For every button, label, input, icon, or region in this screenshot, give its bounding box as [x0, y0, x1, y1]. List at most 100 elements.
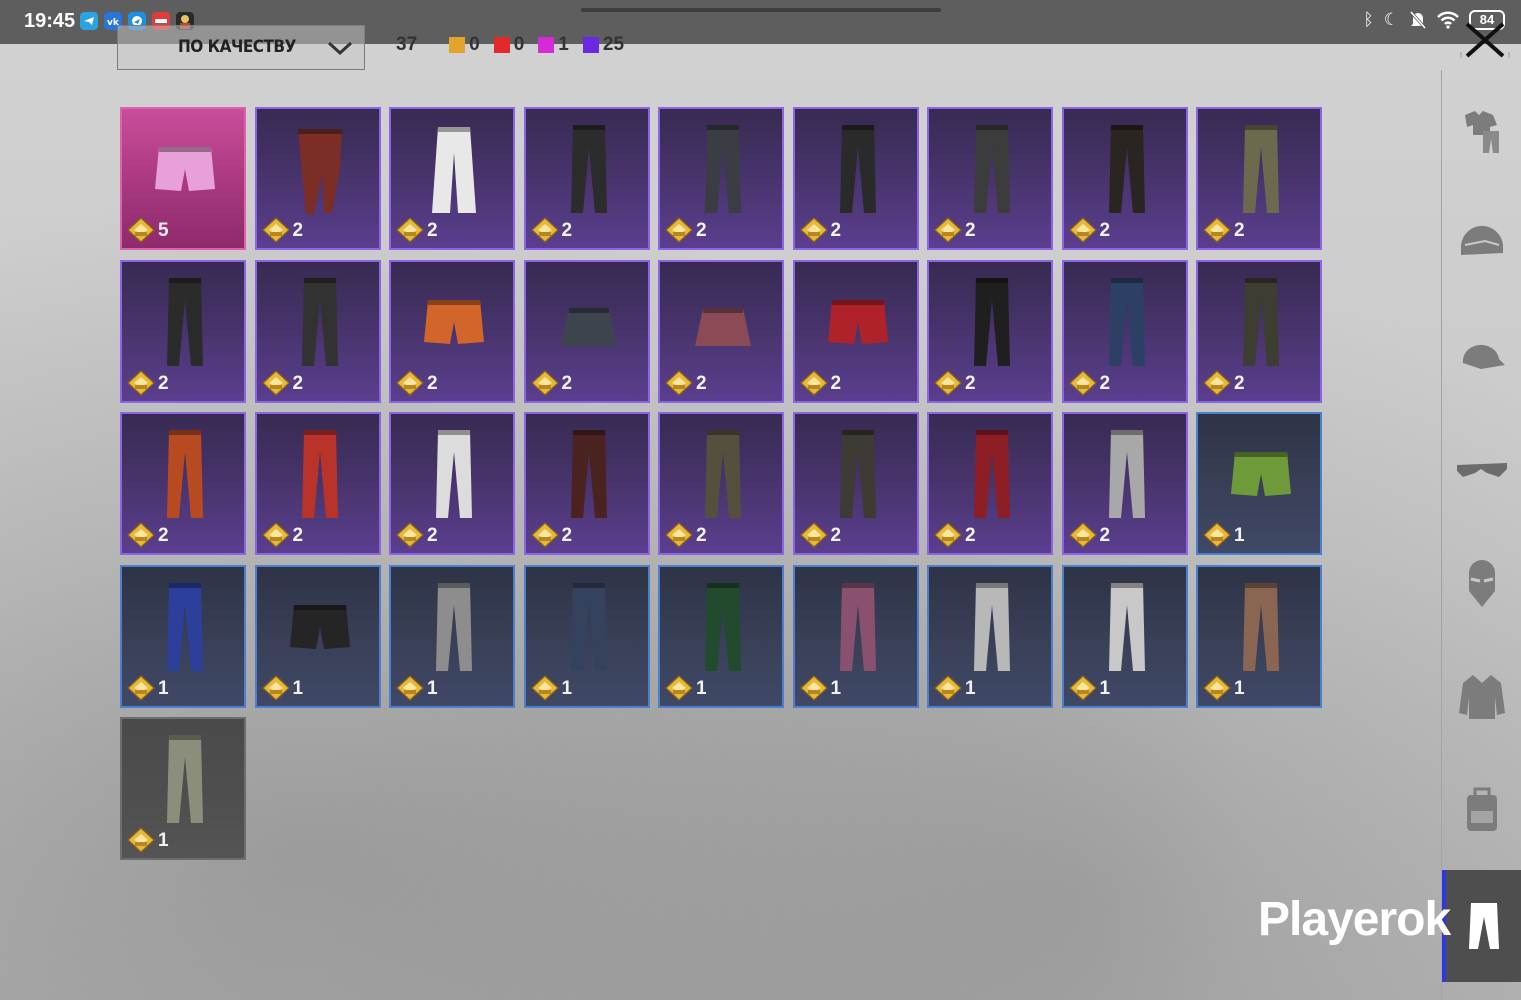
cap-icon [1462, 344, 1505, 369]
pants-art [1243, 582, 1279, 671]
item-tile[interactable]: 2 [927, 259, 1053, 403]
coin-badge-icon [934, 522, 962, 548]
pants-art [436, 582, 472, 671]
sort-dropdown[interactable]: ПО КАЧЕСТВУ [117, 25, 365, 70]
item-quantity: 2 [1234, 220, 1245, 241]
item-quantity: 2 [292, 220, 304, 241]
item-tile[interactable]: 2 [120, 412, 246, 555]
item-tile[interactable]: 2 [1061, 259, 1188, 403]
coin-badge-icon [799, 674, 828, 701]
item-tile[interactable]: 2 [792, 107, 919, 250]
coin-badge-icon [127, 674, 155, 701]
item-tile[interactable]: 2 [1196, 107, 1322, 250]
count-gold: 0 [449, 34, 480, 56]
item-tile[interactable]: 2 [254, 412, 381, 555]
item-quantity: 2 [965, 220, 976, 241]
coin-badge-icon [261, 522, 290, 548]
item-tile[interactable]: 2 [658, 107, 784, 250]
inventory-grid: 5 2 2 2 2 2 2 2 2 2 2 2 2 2 2 2 2 2 2 2 2 2 2 2 2 2 1 1 1 1 1 1 1 1 1 1 1 [120, 107, 1322, 860]
pants-art [301, 430, 338, 518]
item-tile[interactable]: 2 [389, 259, 515, 403]
coin-badge-icon [665, 369, 693, 396]
item-tile[interactable]: 2 [254, 259, 381, 403]
item-tile[interactable]: 1 [1061, 564, 1188, 708]
coin-badge-icon [1068, 674, 1097, 701]
item-tile[interactable]: 1 [658, 564, 784, 708]
item-tile[interactable]: 2 [658, 259, 784, 403]
muted-bell-icon [1409, 11, 1427, 29]
item-tile[interactable]: 2 [523, 107, 650, 250]
item-quantity: 2 [158, 372, 169, 394]
category-glasses[interactable] [1442, 420, 1521, 520]
item-quantity: 2 [1099, 525, 1111, 546]
item-tile[interactable]: 2 [389, 107, 515, 250]
item-tile[interactable]: 1 [1196, 564, 1322, 708]
item-tile[interactable]: 1 [792, 564, 919, 708]
pants-art [1108, 277, 1145, 366]
item-tile[interactable]: 1 [523, 564, 650, 708]
item-tile[interactable]: 1 [389, 564, 515, 708]
category-mask[interactable] [1442, 534, 1521, 634]
status-time: 19:45 [24, 10, 76, 32]
item-quantity: 2 [830, 220, 842, 241]
item-tile[interactable]: 1 [927, 564, 1053, 708]
pants-art [167, 430, 203, 518]
coin-badge-icon [1203, 369, 1231, 396]
bluetooth-icon: ᛒ [1363, 10, 1374, 30]
count-pink: 1 [538, 34, 569, 56]
close-icon[interactable] [1459, 20, 1511, 60]
pink-square-icon [538, 37, 555, 53]
item-quantity: 1 [830, 677, 842, 699]
item-tile[interactable]: 2 [254, 107, 381, 250]
total-count: 37 [396, 34, 418, 55]
category-outfit[interactable] [1442, 80, 1521, 180]
item-quantity: 2 [830, 372, 842, 394]
pants-icon [1469, 903, 1499, 949]
item-tile[interactable]: 1 [120, 564, 246, 708]
item-quantity: 1 [292, 677, 304, 699]
item-tile[interactable]: 5 [120, 107, 246, 250]
item-quantity: 2 [965, 525, 976, 546]
item-quantity: 1 [1099, 677, 1111, 699]
category-pants[interactable] [1442, 870, 1521, 982]
item-tile[interactable]: 2 [792, 412, 919, 555]
coin-badge-icon [396, 674, 424, 701]
pants-art [1108, 125, 1145, 213]
item-tile[interactable]: 2 [523, 412, 650, 555]
category-cap[interactable] [1442, 306, 1521, 406]
item-quantity: 2 [561, 372, 573, 394]
coin-badge-icon [665, 522, 693, 548]
category-helmet[interactable] [1442, 192, 1521, 292]
shorts-art [155, 147, 215, 191]
count-red: 0 [493, 34, 524, 56]
coin-badge-icon [1203, 674, 1231, 701]
category-jacket[interactable] [1442, 646, 1521, 746]
item-quantity: 1 [1234, 525, 1245, 546]
category-backpack[interactable] [1442, 760, 1521, 860]
item-tile[interactable]: 2 [927, 107, 1053, 250]
item-quantity: 2 [965, 372, 976, 394]
item-tile[interactable]: 1 [1196, 412, 1322, 555]
coin-badge-icon [261, 217, 290, 243]
item-tile[interactable]: 2 [1061, 107, 1188, 250]
item-tile[interactable]: 1 [120, 717, 246, 860]
item-tile[interactable]: 1 [254, 564, 381, 708]
item-tile[interactable]: 2 [927, 412, 1053, 555]
coin-badge-icon [396, 522, 424, 548]
item-quantity: 1 [158, 677, 169, 699]
red-square-icon [493, 37, 510, 53]
helmet-icon [1460, 225, 1503, 255]
item-quantity: 1 [427, 677, 438, 699]
item-tile[interactable]: 2 [523, 259, 650, 403]
item-tile[interactable]: 2 [792, 259, 919, 403]
coin-badge-icon [261, 674, 290, 701]
item-tile[interactable]: 2 [389, 412, 515, 555]
item-tile[interactable]: 2 [658, 412, 784, 555]
coin-badge-icon [127, 522, 155, 548]
shorts-art [1231, 452, 1291, 496]
pants-art [705, 430, 741, 518]
pants-art [1108, 582, 1145, 671]
item-tile[interactable]: 2 [1061, 412, 1188, 555]
item-tile[interactable]: 2 [1196, 259, 1322, 403]
item-tile[interactable]: 2 [120, 259, 246, 403]
